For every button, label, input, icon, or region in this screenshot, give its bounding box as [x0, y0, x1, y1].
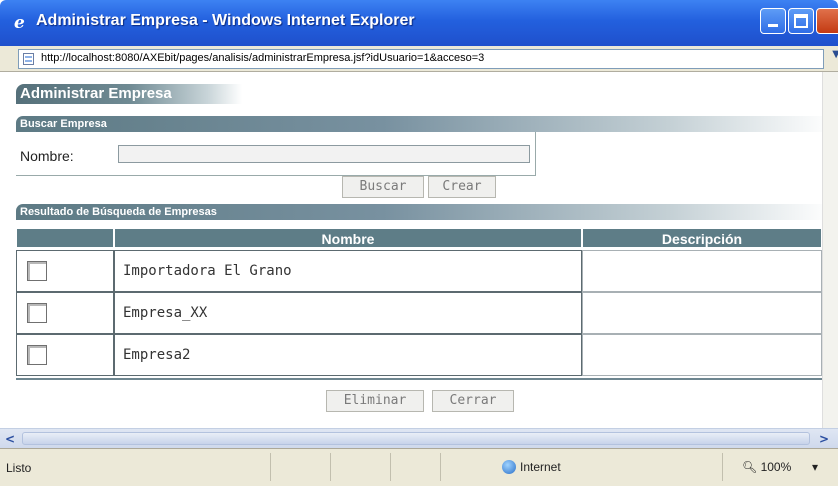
scroll-thumb[interactable]: [22, 432, 810, 445]
page-content: Administrar Empresa Buscar Empresa Nombr…: [0, 72, 838, 428]
status-divider: [270, 453, 271, 481]
vertical-scrollbar[interactable]: [822, 72, 838, 428]
zone-label: Internet: [520, 460, 561, 474]
close-window-button[interactable]: [816, 8, 838, 34]
column-header-select: [16, 228, 114, 248]
security-zone: Internet: [502, 460, 561, 474]
status-divider: [330, 453, 331, 481]
select-cell: [16, 334, 114, 376]
window-title-bar: e Administrar Empresa - Windows Internet…: [0, 0, 838, 46]
maximize-button[interactable]: [788, 8, 814, 34]
scroll-left-icon[interactable]: <: [2, 431, 18, 447]
ie-logo-icon: e: [14, 13, 25, 33]
table-row: Empresa2: [16, 334, 822, 376]
table-divider: [16, 378, 822, 380]
cerrar-button[interactable]: Cerrar: [432, 390, 514, 412]
horizontal-scrollbar[interactable]: < >: [0, 428, 838, 448]
nombre-cell: Empresa2: [114, 334, 582, 376]
table-row: Empresa_XX: [16, 292, 822, 334]
column-header-nombre: Nombre: [114, 228, 582, 248]
buscar-button[interactable]: Buscar: [342, 176, 424, 198]
row-checkbox[interactable]: [27, 261, 47, 281]
minimize-button[interactable]: [760, 8, 786, 34]
address-bar: http://localhost:8080/AXEbit/pages/anali…: [0, 46, 838, 72]
descripcion-cell: [582, 292, 822, 334]
globe-icon: [502, 460, 516, 474]
chevron-down-icon[interactable]: ▼: [832, 49, 838, 60]
nombre-label: Nombre:: [20, 148, 74, 164]
window-title: Administrar Empresa - Windows Internet E…: [36, 12, 415, 29]
descripcion-cell: [582, 250, 822, 292]
page-icon: [23, 53, 34, 65]
status-divider: [390, 453, 391, 481]
status-bar: Listo Internet 🔍︎ 100% ▾: [0, 448, 838, 486]
row-checkbox[interactable]: [27, 345, 47, 365]
eliminar-button[interactable]: Eliminar: [326, 390, 424, 412]
table-row: Importadora El Grano: [16, 250, 822, 292]
row-checkbox[interactable]: [27, 303, 47, 323]
nombre-cell: Empresa_XX: [114, 292, 582, 334]
url-text: http://localhost:8080/AXEbit/pages/anali…: [41, 52, 485, 64]
search-section-header: Buscar Empresa: [16, 116, 832, 132]
scroll-right-icon[interactable]: >: [816, 431, 832, 447]
status-text: Listo: [6, 461, 32, 475]
crear-button[interactable]: Crear: [428, 176, 496, 198]
nombre-cell: Importadora El Grano: [114, 250, 582, 292]
select-cell: [16, 292, 114, 334]
nombre-input[interactable]: [118, 145, 530, 163]
url-field[interactable]: http://localhost:8080/AXEbit/pages/anali…: [18, 49, 824, 69]
status-divider: [722, 453, 723, 481]
status-divider: [440, 453, 441, 481]
zoom-label: 100%: [760, 460, 792, 474]
chevron-down-icon[interactable]: ▾: [812, 460, 818, 474]
select-cell: [16, 250, 114, 292]
minimize-icon: [768, 24, 778, 27]
zoom-level[interactable]: 🔍︎ 100%: [742, 460, 791, 474]
results-section-header: Resultado de Búsqueda de Empresas: [16, 204, 832, 220]
column-header-descripcion: Descripción: [582, 228, 822, 248]
descripcion-cell: [582, 334, 822, 376]
page-title: Administrar Empresa: [16, 84, 242, 104]
maximize-icon: [794, 14, 808, 28]
